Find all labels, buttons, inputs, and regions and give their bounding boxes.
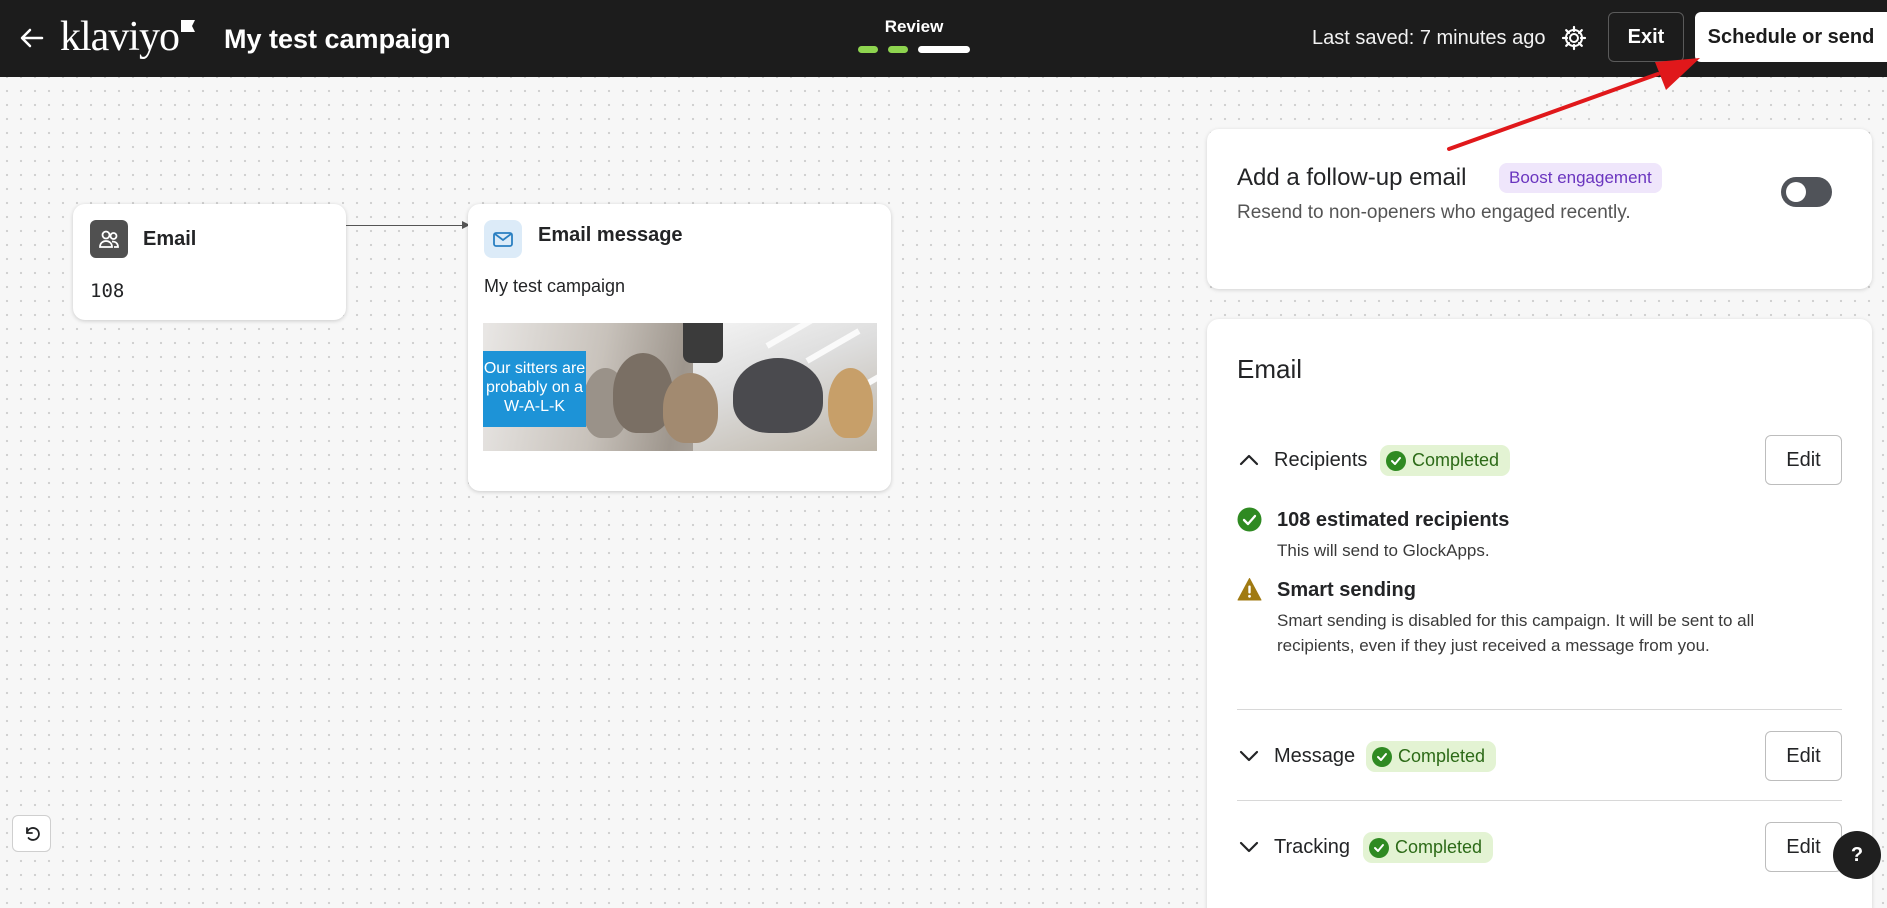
tracking-status-text: Completed [1395,837,1483,857]
logo-flag-icon [180,20,195,32]
toggle-knob [1786,182,1806,202]
message-status-badge: Completed [1366,741,1497,772]
check-circle-icon [1237,507,1262,532]
recipients-section-header: Recipients Completed Edit [1237,435,1842,485]
smart-sending-title: Smart sending [1277,579,1416,601]
back-arrow-icon[interactable] [16,22,48,54]
undo-icon [25,826,40,841]
chevron-up-icon[interactable] [1237,448,1261,472]
recipients-status-badge: Completed [1380,445,1511,476]
preview-dog [828,368,873,438]
gear-icon[interactable] [1560,24,1588,52]
progress-steps [852,46,976,53]
exit-button[interactable]: Exit [1608,12,1684,62]
logo-text: klaviyo [60,14,180,60]
warning-icon [1237,578,1262,601]
last-saved-status: Last saved: 7 minutes ago [1312,27,1546,49]
follow-up-title: Add a follow-up email [1237,164,1467,191]
audience-icon [90,220,128,258]
audience-node[interactable]: Email 108 [73,204,346,320]
preview-dog [663,373,718,443]
recipients-label: Recipients [1274,449,1368,471]
email-preview-image: Our sitters are probably on a W-A-L-K [483,323,877,451]
promo-line-2: probably on a [486,379,583,396]
audience-node-count: 108 [90,280,125,302]
check-circle-icon [1369,837,1389,858]
tracking-label: Tracking [1274,836,1350,858]
email-message-subject: My test campaign [484,276,626,296]
tracking-section-header: Tracking Completed Edit [1237,822,1842,872]
edit-tracking-button[interactable]: Edit [1765,822,1842,872]
klaviyo-logo[interactable]: klaviyo [60,12,195,62]
section-divider [1237,800,1842,801]
progress-step-1 [858,46,878,53]
promo-line-3: W-A-L-K [503,398,566,415]
flow-connector [346,225,470,226]
estimated-recipients-title: 108 estimated recipients [1277,509,1510,531]
progress-step-3 [918,46,970,53]
undo-button[interactable] [12,815,51,852]
message-label: Message [1274,745,1356,767]
check-circle-icon [1386,450,1406,471]
email-message-node[interactable]: Email message My test campaign Our sitte… [468,204,891,491]
check-circle-icon [1372,746,1392,767]
follow-up-toggle[interactable] [1781,177,1832,207]
section-divider [1237,709,1842,710]
chevron-down-icon[interactable] [1237,744,1261,768]
recipients-status-text: Completed [1412,450,1500,470]
email-card-heading: Email [1237,354,1303,384]
message-status-text: Completed [1398,746,1486,766]
tracking-status-badge: Completed [1363,832,1494,863]
boost-engagement-badge: Boost engagement [1499,163,1662,193]
progress-step-2 [888,46,908,53]
edit-recipients-button[interactable]: Edit [1765,435,1842,485]
audience-node-title: Email [143,228,197,250]
envelope-icon [484,220,522,258]
schedule-or-send-button[interactable]: Schedule or send [1695,12,1887,62]
estimated-recipients-text: This will send to GlockApps. [1277,541,1490,560]
preview-walker-legs [683,323,723,363]
email-summary-card: Email Recipients Completed Edit 108 esti… [1207,319,1872,908]
top-bar: klaviyo My test campaign Review Last sav… [0,0,1887,77]
edit-message-button[interactable]: Edit [1765,731,1842,781]
promo-line-1: Our sitters are [483,360,586,377]
email-message-node-title: Email message [538,224,683,246]
follow-up-description: Resend to non-openers who engaged recent… [1237,202,1631,223]
help-button[interactable]: ? [1833,831,1881,879]
smart-sending-text: Smart sending is disabled for this campa… [1277,611,1755,655]
chevron-down-icon[interactable] [1237,835,1261,859]
campaign-title: My test campaign [224,24,451,54]
follow-up-card: Add a follow-up email Boost engagement R… [1207,129,1872,289]
progress-label: Review [884,17,944,36]
preview-dog [733,358,823,433]
progress-indicator: Review [852,16,976,53]
message-section-header: Message Completed Edit [1237,731,1842,781]
preview-promo-box: Our sitters are probably on a W-A-L-K [483,351,586,427]
